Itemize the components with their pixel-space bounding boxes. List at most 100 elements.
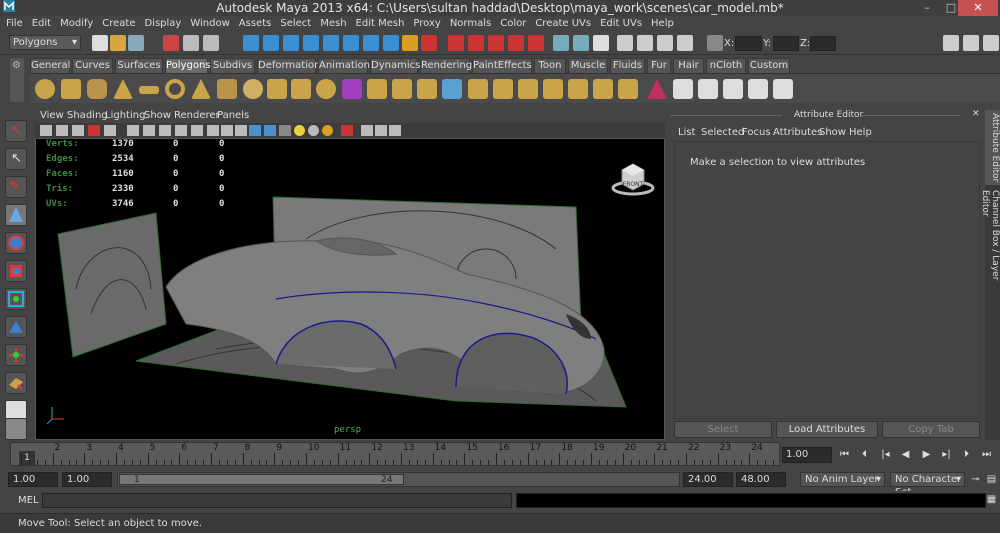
lock-selection-icon[interactable] [402,35,418,51]
xray-joints-icon[interactable] [375,125,387,136]
scale-tool-icon[interactable] [5,260,27,282]
poly-plane-icon[interactable] [139,86,159,94]
render-view-icon[interactable] [617,35,633,51]
tab-animation[interactable]: Animation [318,58,370,73]
range-slider-handle[interactable]: 1 24 [119,474,404,485]
image-plane-icon[interactable] [88,125,100,136]
select-rendering-icon[interactable] [363,35,379,51]
screen-space-ambient-occlusion-icon[interactable] [322,125,333,136]
tab-toon[interactable]: Toon [534,58,566,73]
range-slider-track[interactable]: 1 24 [117,472,680,487]
ae-menu-attributes[interactable]: Attributes [773,127,822,138]
step-back-frame-icon[interactable]: ⏴ [856,448,873,462]
tab-general[interactable]: General [30,58,70,73]
animation-end-field[interactable]: 48.00 [736,472,786,487]
show-manipulator-icon[interactable] [5,344,27,366]
select-component-icon[interactable] [203,35,219,51]
ipr-render-icon[interactable] [657,35,673,51]
input-box-icon[interactable] [707,35,723,51]
make-live-icon[interactable] [528,35,544,51]
select-surfaces-icon[interactable] [303,35,319,51]
time-slider[interactable]: 1 2 3 4 5 6 7 8 9 10 11 12 13 14 15 16 17 18 19 20 21 22 23 24 [10,442,780,466]
menu-edit-uvs[interactable]: Edit UVs [600,16,642,31]
menu-file[interactable]: File [6,16,23,31]
perspective-viewport[interactable]: Verts: 1370 0 0 Edges: 2534 0 0 Faces: 1… [35,138,665,440]
triangulate-icon[interactable] [647,79,667,99]
key-icon[interactable]: ⊸ [967,473,984,487]
menu-help[interactable]: Help [651,16,674,31]
menu-create-uvs[interactable]: Create UVs [535,16,591,31]
go-to-start-icon[interactable]: ⏮ [836,448,853,462]
select-button[interactable]: Select [674,421,772,438]
move-tool-icon[interactable] [5,204,27,226]
poly-pipe-icon[interactable] [217,79,237,99]
go-to-end-icon[interactable]: ⏭ [978,448,995,462]
menu-proxy[interactable]: Proxy [413,16,440,31]
cylindrical-mapping-icon[interactable] [698,79,718,99]
animation-preferences-icon[interactable]: ▤ [983,473,1000,487]
extrude-icon[interactable] [367,79,387,99]
anim-layer-dropdown[interactable]: No Anim Layer ▾ [800,472,885,487]
smooth-shade-icon[interactable] [249,125,261,136]
select-hierarchy-icon[interactable] [163,35,179,51]
close-button[interactable]: ✕ [958,0,998,16]
poly-pyramid-icon[interactable] [191,79,211,99]
output-ops-icon[interactable] [573,35,589,51]
collapse-icon[interactable] [593,79,613,99]
wireframe-icon[interactable] [235,125,247,136]
menu-assets[interactable]: Assets [239,16,272,31]
soft-modification-icon[interactable] [5,316,27,338]
merge-vertices-icon[interactable] [543,79,563,99]
poly-sphere-icon[interactable] [35,79,55,99]
camera-attributes-icon[interactable] [56,125,68,136]
play-forwards-icon[interactable]: ▶ [918,448,935,462]
script-editor-icon[interactable]: ▦ [983,493,1000,507]
ae-menu-selected[interactable]: Selected [701,127,744,138]
render-current-frame-icon[interactable] [637,35,653,51]
append-polygon-icon[interactable] [417,79,437,99]
uv-texture-editor-icon[interactable] [773,79,793,99]
input-ops-icon[interactable] [553,35,569,51]
mirror-geometry-icon[interactable] [316,79,336,99]
menu-color[interactable]: Color [500,16,526,31]
ae-menu-help[interactable]: Help [849,127,872,138]
poly-helix-icon[interactable] [243,79,263,99]
last-tool-icon[interactable] [5,372,27,394]
show-tool-settings-icon[interactable] [963,35,979,51]
tab-curves[interactable]: Curves [72,58,113,73]
poly-cylinder-icon[interactable] [87,79,107,99]
menu-mesh[interactable]: Mesh [320,16,346,31]
grid-icon[interactable] [127,125,139,136]
gate-mask-icon[interactable] [175,125,187,136]
combine-icon[interactable] [267,79,287,99]
open-scene-icon[interactable] [110,35,126,51]
panel-menu-renderer[interactable]: Renderer [174,110,220,121]
play-backwards-icon[interactable]: ◀ [897,448,914,462]
y-field[interactable] [773,36,799,51]
panel-menu-shading[interactable]: Shading [67,110,108,121]
menu-display[interactable]: Display [144,16,181,31]
character-set-dropdown[interactable]: No Character Set ▾ [890,472,965,498]
panel-menu-panels[interactable]: Panels [217,110,249,121]
panel-menu-lighting[interactable]: Lighting [105,110,145,121]
construction-history-icon[interactable] [593,35,609,51]
current-time-field[interactable]: 1.00 [782,447,832,463]
close-icon[interactable]: ✕ [972,109,980,119]
sculpt-geometry-icon[interactable] [618,79,638,99]
poly-cone-icon[interactable] [113,79,133,99]
tab-subdivs[interactable]: Subdivs [210,58,255,73]
bookmarks-icon[interactable] [72,125,84,136]
animation-start-field[interactable]: 1.00 [8,472,58,487]
ae-menu-list[interactable]: List [678,127,695,138]
safe-title-icon[interactable] [221,125,233,136]
playback-start-field[interactable]: 1.00 [62,472,112,487]
select-dynamics-icon[interactable] [343,35,359,51]
tab-channel-box-layer-editor[interactable]: Channel Box / Layer Editor [980,187,1000,307]
bevel-icon[interactable] [518,79,538,99]
select-handles-icon[interactable] [243,35,259,51]
hardware-texturing-icon[interactable] [389,125,401,136]
highlight-selection-icon[interactable] [421,35,437,51]
tab-dynamics[interactable]: Dynamics [370,58,420,73]
poly-torus-icon[interactable] [165,79,185,99]
menu-select[interactable]: Select [280,16,311,31]
